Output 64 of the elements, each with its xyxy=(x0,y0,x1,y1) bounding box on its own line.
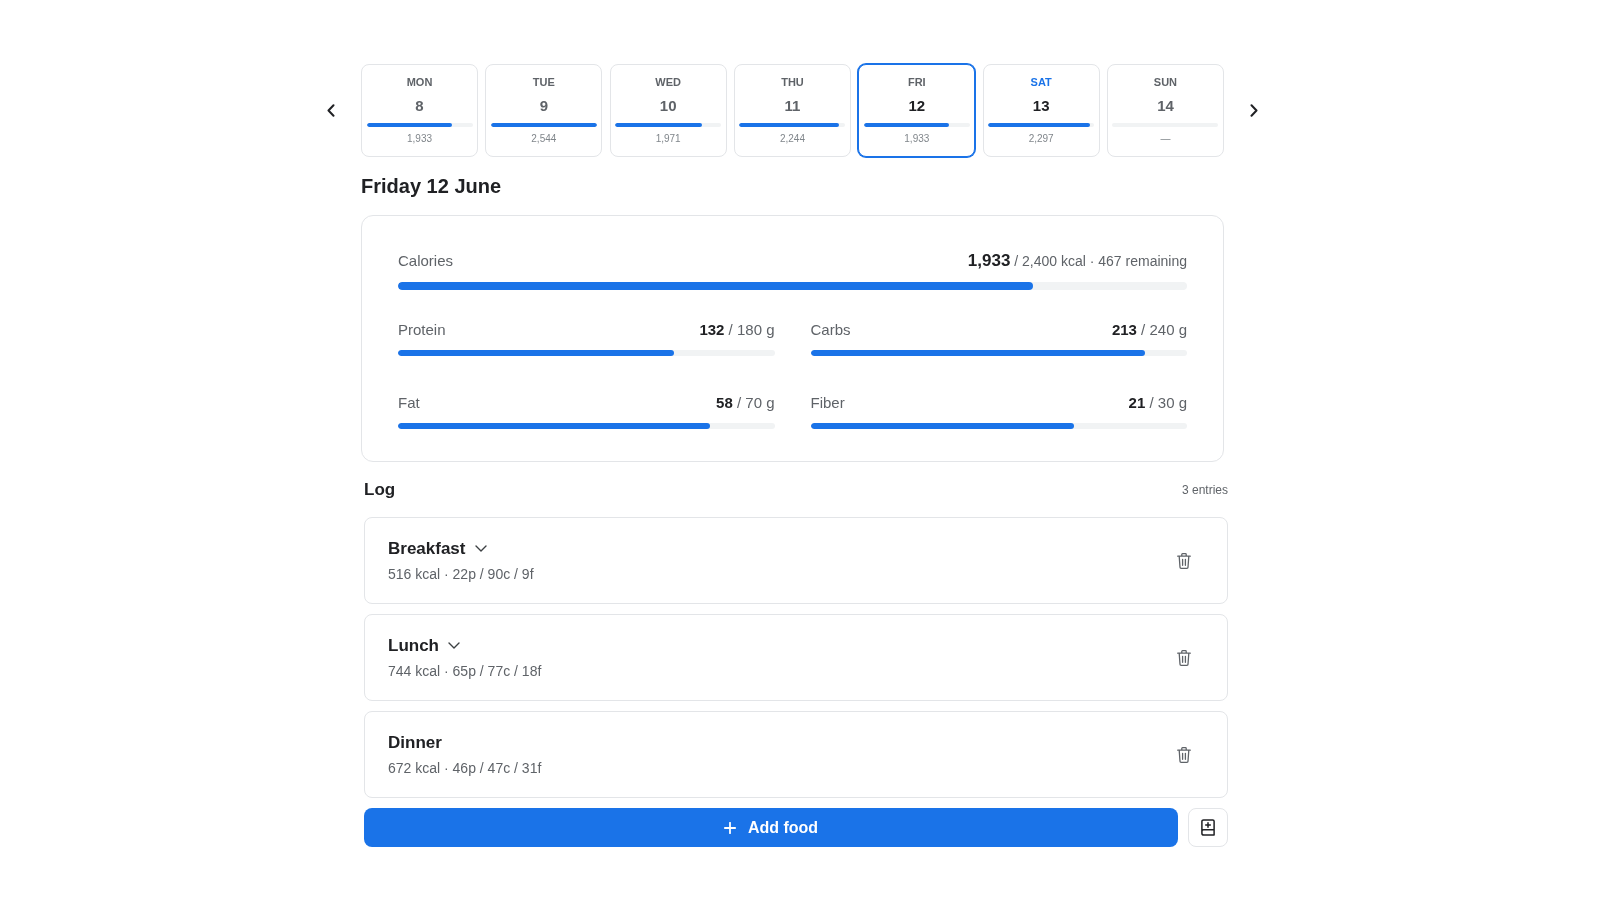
weekday-label: MON xyxy=(406,75,433,89)
chevron-right-icon xyxy=(1250,104,1258,117)
kcal-total: 1,933 xyxy=(904,133,930,145)
meal-card[interactable]: Lunch 744 kcal · 65p / 77c / 18f xyxy=(364,614,1228,701)
weekday-label: WED xyxy=(655,75,681,89)
meal-card[interactable]: Breakfast 516 kcal · 22p / 90c / 9f xyxy=(364,517,1228,604)
calories-label: Calories xyxy=(398,250,454,271)
day-card[interactable]: FRI 12 1,933 xyxy=(858,64,976,157)
weekday-label: FRI xyxy=(907,75,926,89)
meal-summary: 672 kcal · 46p / 47c / 31f xyxy=(388,758,542,778)
day-card[interactable]: TUE 9 2,544 xyxy=(485,64,603,157)
kcal-total: — xyxy=(1160,133,1171,145)
day-card[interactable]: SUN 14 — xyxy=(1106,64,1224,157)
macro-reading: 132 / 180 g xyxy=(699,319,775,340)
weekday-label: SUN xyxy=(1153,75,1178,89)
plus-icon xyxy=(723,821,736,834)
day-card[interactable]: THU 11 2,244 xyxy=(734,64,851,157)
book-button[interactable] xyxy=(1188,808,1228,847)
meal-summary: 516 kcal · 22p / 90c / 9f xyxy=(388,564,534,584)
macro-label: Carbs xyxy=(810,319,851,340)
date-number: 13 xyxy=(1032,97,1050,115)
kcal-total: 1,971 xyxy=(655,133,681,145)
meal-name: Dinner xyxy=(388,731,442,754)
meal-name: Lunch xyxy=(388,634,439,657)
macro-label: Protein xyxy=(398,319,446,340)
date-number: 10 xyxy=(659,97,677,115)
date-number: 11 xyxy=(784,97,801,115)
date-number: 9 xyxy=(539,97,548,115)
weekday-label: SAT xyxy=(1030,75,1052,89)
add-food-button[interactable]: Add food xyxy=(364,808,1178,847)
calories-reading: 1,933 / 2,400 kcal · 467 remaining xyxy=(967,250,1187,273)
macro-reading: 213 / 240 g xyxy=(1111,319,1187,340)
chevron-down-icon xyxy=(448,642,460,649)
log-heading: Log xyxy=(364,479,396,502)
book-plus-icon xyxy=(1201,819,1215,836)
meal-card[interactable]: Dinner 672 kcal · 46p / 47c / 31f xyxy=(364,711,1228,798)
trash-icon xyxy=(1177,552,1191,569)
trash-icon xyxy=(1177,746,1191,763)
date-number: 12 xyxy=(908,97,926,115)
chevron-down-icon xyxy=(474,545,487,552)
chevron-left-icon xyxy=(327,104,335,117)
entry-count: 3 entries xyxy=(1181,482,1228,499)
kcal-total: 2,544 xyxy=(531,133,557,145)
macro-label: Fiber xyxy=(810,392,845,413)
day-card[interactable]: MON 8 1,933 xyxy=(361,64,478,157)
trash-icon xyxy=(1177,649,1191,666)
kcal-total: 2,244 xyxy=(779,133,805,145)
meal-name: Breakfast xyxy=(388,537,466,560)
day-title: Friday 12 June xyxy=(361,174,502,198)
kcal-total: 2,297 xyxy=(1028,133,1054,145)
day-card[interactable]: SAT 13 2,297 xyxy=(982,64,1100,157)
meal-summary: 744 kcal · 65p / 77c / 18f xyxy=(388,661,542,681)
delete-button[interactable] xyxy=(1177,649,1191,666)
macro-reading: 58 / 70 g xyxy=(716,392,775,413)
kcal-total: 1,933 xyxy=(407,133,432,145)
weekday-label: THU xyxy=(781,75,804,89)
delete-button[interactable] xyxy=(1177,552,1191,569)
weekday-label: TUE xyxy=(532,75,555,89)
macro-label: Fat xyxy=(398,392,420,413)
delete-button[interactable] xyxy=(1177,746,1191,763)
macro-reading: 21 / 30 g xyxy=(1128,392,1187,413)
date-number: 14 xyxy=(1157,97,1174,115)
day-card[interactable]: WED 10 1,971 xyxy=(609,64,727,157)
date-number: 8 xyxy=(415,97,424,115)
